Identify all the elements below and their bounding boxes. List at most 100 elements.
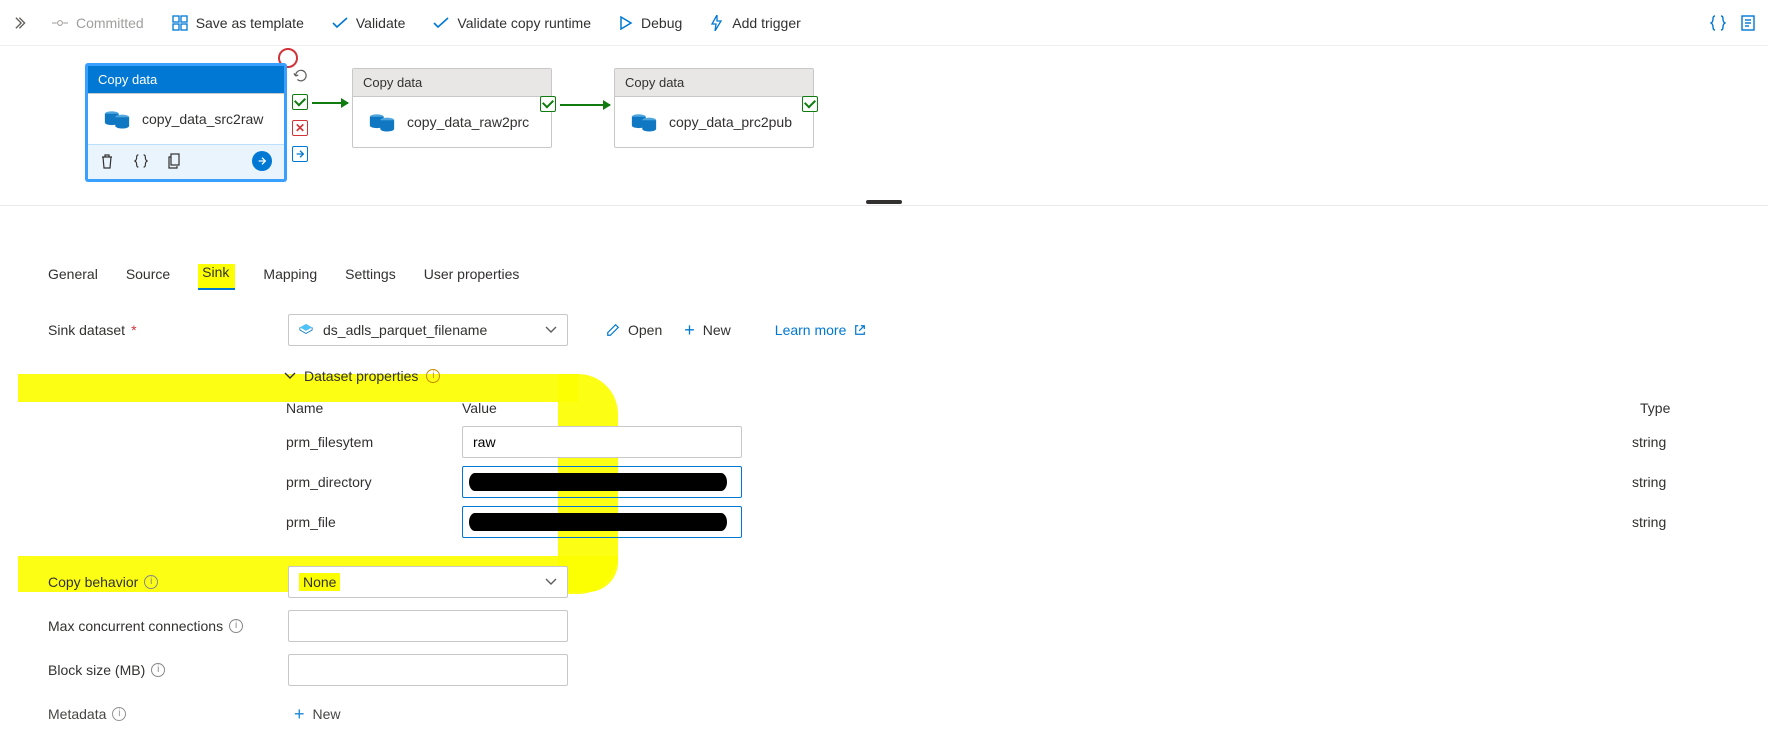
dataset-properties-panel: Dataset properties Name Value Type prm_f… <box>48 366 1720 542</box>
param-value-input[interactable] <box>462 466 742 498</box>
metadata-row: Metadata + New <box>48 692 1720 736</box>
open-dataset-button[interactable]: Open <box>600 322 668 338</box>
connector-arrow <box>312 102 348 104</box>
activity-name: copy_data_prc2pub <box>669 114 792 130</box>
copy-behavior-label: Copy behavior <box>48 574 278 590</box>
redacted-value <box>469 513 727 531</box>
param-name: prm_file <box>286 514 462 530</box>
metadata-new-button[interactable]: + New <box>288 704 347 725</box>
col-value-header: Value <box>462 400 762 416</box>
sink-dataset-select[interactable]: ds_adls_parquet_filename <box>288 314 568 346</box>
debug-button[interactable]: Debug <box>607 7 694 39</box>
info-icon[interactable] <box>426 369 440 383</box>
activity-body: copy_data_src2raw <box>88 94 284 144</box>
check-icon <box>433 17 449 29</box>
trigger-icon <box>710 15 724 31</box>
go-icon[interactable] <box>252 151 272 171</box>
tab-general[interactable]: General <box>48 266 98 290</box>
info-icon[interactable] <box>144 575 158 589</box>
block-size-label-text: Block size (MB) <box>48 662 145 678</box>
max-conn-row: Max concurrent connections <box>48 604 1720 648</box>
copy-data-icon <box>631 111 657 133</box>
chevron-down-icon <box>545 578 557 586</box>
dataset-properties-toggle[interactable]: Dataset properties <box>278 366 446 386</box>
max-conn-label-text: Max concurrent connections <box>48 618 223 634</box>
committed-label: Committed <box>76 15 144 31</box>
copy-data-icon <box>369 111 395 133</box>
activity-node-copy-prc2pub[interactable]: Copy data copy_data_prc2pub <box>614 68 814 148</box>
tab-settings[interactable]: Settings <box>345 266 396 290</box>
param-value-cell <box>462 466 762 498</box>
template-icon <box>172 15 188 31</box>
sink-form: Sink dataset * ds_adls_parquet_filename … <box>0 290 1768 736</box>
tab-sink[interactable]: Sink <box>198 264 235 290</box>
table-row: prm_directory string <box>278 462 1720 502</box>
braces-icon[interactable] <box>134 154 148 168</box>
max-conn-input[interactable] <box>288 610 568 642</box>
param-value-input[interactable] <box>462 426 742 458</box>
param-value-input[interactable] <box>462 506 742 538</box>
pipeline-canvas[interactable]: Copy data copy_data_src2raw Copy data co… <box>0 46 1768 206</box>
commit-icon <box>52 16 68 30</box>
metadata-label-text: Metadata <box>48 706 106 722</box>
success-port-icon[interactable] <box>802 96 818 112</box>
check-icon <box>332 17 348 29</box>
activity-node-copy-raw2prc[interactable]: Copy data copy_data_raw2prc <box>352 68 552 148</box>
plus-icon: + <box>294 704 305 725</box>
learn-more-link[interactable]: Learn more <box>769 322 873 338</box>
chevron-down-icon <box>284 372 296 380</box>
play-icon <box>619 16 633 30</box>
tab-mapping[interactable]: Mapping <box>263 266 317 290</box>
block-size-label: Block size (MB) <box>48 662 278 678</box>
panel-resize-handle[interactable] <box>866 200 902 204</box>
copy-behavior-select[interactable]: None <box>288 566 568 598</box>
sink-dataset-label: Sink dataset * <box>48 322 278 338</box>
pencil-icon <box>606 323 620 337</box>
copy-icon[interactable] <box>168 153 182 169</box>
dataset-icon <box>299 323 313 337</box>
param-type: string <box>1632 434 1712 450</box>
metadata-new-label: New <box>313 706 341 722</box>
validate-copy-runtime-button[interactable]: Validate copy runtime <box>421 7 603 39</box>
activity-node-copy-src2raw[interactable]: Copy data copy_data_src2raw <box>86 64 286 181</box>
tab-user-properties[interactable]: User properties <box>424 266 520 290</box>
metadata-label: Metadata <box>48 706 278 722</box>
dataset-properties-label: Dataset properties <box>304 368 418 384</box>
success-port-icon[interactable] <box>540 96 556 112</box>
info-icon[interactable] <box>229 619 243 633</box>
properties-icon[interactable] <box>1736 11 1760 35</box>
activity-body: copy_data_prc2pub <box>615 97 813 147</box>
block-size-input[interactable] <box>288 654 568 686</box>
undo-port-icon[interactable] <box>292 68 308 84</box>
skip-port-icon[interactable] <box>292 146 308 162</box>
param-value-cell <box>462 506 762 538</box>
delete-icon[interactable] <box>100 153 114 169</box>
param-type: string <box>1632 514 1712 530</box>
validate-button[interactable]: Validate <box>320 7 418 39</box>
copy-behavior-label-text: Copy behavior <box>48 574 138 590</box>
param-type: string <box>1632 474 1712 490</box>
validate-copy-runtime-label: Validate copy runtime <box>457 15 591 31</box>
table-header: Name Value Type <box>278 394 1720 422</box>
success-port-icon[interactable] <box>292 94 308 110</box>
block-size-row: Block size (MB) <box>48 648 1720 692</box>
chevron-down-icon <box>545 326 557 334</box>
braces-icon[interactable] <box>1706 11 1730 35</box>
info-icon[interactable] <box>151 663 165 677</box>
new-dataset-button[interactable]: + New <box>678 320 737 341</box>
plus-icon: + <box>684 320 695 341</box>
tab-source[interactable]: Source <box>126 266 170 290</box>
activity-toolbar <box>88 144 284 179</box>
save-template-button[interactable]: Save as template <box>160 7 316 39</box>
expand-panel-icon[interactable] <box>8 8 36 38</box>
max-conn-label: Max concurrent connections <box>48 618 278 634</box>
save-template-label: Save as template <box>196 15 304 31</box>
dataset-properties-table: Name Value Type prm_filesytemstringprm_d… <box>278 394 1720 542</box>
failure-port-icon[interactable] <box>292 120 308 136</box>
copy-data-icon <box>104 108 130 130</box>
copy-behavior-row: Copy behavior None <box>48 560 1720 604</box>
open-label: Open <box>628 322 662 338</box>
param-name: prm_directory <box>286 474 462 490</box>
add-trigger-button[interactable]: Add trigger <box>698 7 812 39</box>
sink-dataset-row: Sink dataset * ds_adls_parquet_filename … <box>48 308 1720 352</box>
